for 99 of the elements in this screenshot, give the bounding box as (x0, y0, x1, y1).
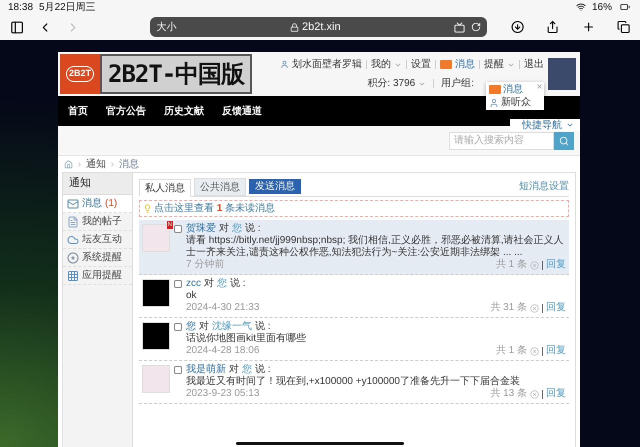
to-text: 对 (199, 321, 209, 333)
said-text: 说 : (230, 278, 246, 290)
tab[interactable]: 公共消息 (194, 178, 246, 196)
envelope-icon (67, 198, 79, 210)
sidebar-title: 通知 (63, 173, 132, 195)
checkbox[interactable] (174, 366, 182, 374)
home-icon[interactable] (64, 160, 73, 168)
reply-link[interactable]: 回复 (546, 345, 566, 357)
header-link[interactable]: 退出 (524, 57, 544, 72)
header-link[interactable]: 提醒 (484, 57, 504, 72)
message-count: 共 1 条 (496, 345, 527, 357)
recipient-link[interactable]: 沈缘一气 (212, 321, 252, 333)
lock-icon (290, 22, 300, 32)
sidebar-item[interactable]: 系统提醒 (63, 249, 132, 267)
message-text: ok (186, 290, 198, 302)
logo-text: 2B2T (66, 66, 94, 82)
said-text: 说 : (245, 223, 261, 235)
download-icon[interactable] (511, 20, 524, 34)
checkbox[interactable] (174, 280, 182, 288)
clock-time: 18:38 (8, 0, 34, 14)
cloud-icon (67, 234, 79, 246)
checkbox[interactable] (174, 225, 182, 233)
recipient-link[interactable]: 您 (217, 278, 227, 290)
header-link[interactable]: 我的 (371, 57, 391, 72)
message-text: 我最近又有时间了！现在到,+x100000 +y100000了准备先升一下下届合金装 (186, 376, 521, 388)
popup-item[interactable]: 消息 (503, 84, 523, 95)
username-link[interactable]: 划水面壁者罗辑 (292, 57, 362, 72)
caret-icon (566, 121, 574, 129)
sender-link[interactable]: zcc (186, 278, 201, 290)
delete-icon[interactable] (530, 304, 539, 312)
url-text: 2b2t.xin (302, 20, 341, 35)
message-count: 共 1 条 (496, 259, 527, 271)
breadcrumb-link[interactable]: 通知 (86, 156, 106, 172)
to-text: 对 (219, 223, 229, 235)
battery-percent: 16% (592, 0, 612, 14)
grid-icon (67, 270, 79, 282)
address-bar[interactable]: 大小 2b2t.xin (150, 17, 488, 37)
tab[interactable]: 私人消息 (139, 179, 191, 197)
quick-nav-button[interactable]: 快捷导航 (510, 119, 580, 131)
popup-item[interactable]: 新听众 (501, 97, 531, 108)
plus-icon[interactable] (582, 20, 595, 34)
points-link[interactable]: 积分: 3796 (367, 76, 416, 91)
said-text: 说 : (255, 364, 271, 376)
tabs-icon[interactable] (616, 20, 630, 34)
close-icon[interactable] (536, 83, 543, 90)
message-time: 2023-9-23 05:13 (186, 388, 260, 400)
site-title: 2B2T-中国版 (100, 54, 252, 94)
sidebar-item[interactable]: 坛友互动 (63, 231, 132, 249)
message-settings-link[interactable]: 短消息设置 (519, 179, 569, 194)
wifi-icon (576, 2, 586, 12)
delete-icon[interactable] (530, 390, 539, 398)
header-link[interactable]: 设置 (411, 57, 431, 72)
message-time: 2024-4-28 18:06 (186, 345, 260, 357)
search-icon (559, 136, 569, 146)
nav-link[interactable]: 反馈通道 (222, 104, 262, 118)
said-text: 说 : (255, 321, 271, 333)
sender-link[interactable]: 您 (186, 321, 196, 333)
checkbox[interactable] (174, 323, 182, 331)
search-button[interactable] (554, 132, 574, 150)
nav-link[interactable]: 官方公告 (106, 104, 146, 118)
separator-icon (76, 160, 83, 168)
separator-icon (109, 160, 116, 168)
user-group-text: 用户组: (441, 76, 474, 91)
date-text: 5月22日周三 (39, 0, 96, 14)
send-message-button[interactable]: 发送消息 (249, 178, 301, 194)
unread-notice[interactable]: 点击这里查看 1 条未读消息 (139, 200, 569, 217)
sidebar-item[interactable]: 消息 (1) (63, 195, 132, 213)
reply-link[interactable]: 回复 (546, 388, 566, 400)
battery-icon (618, 2, 632, 12)
breadcrumb-link[interactable]: 消息 (119, 156, 139, 172)
reload-icon[interactable] (471, 22, 482, 32)
sender-link[interactable]: 我是萌新 (186, 364, 226, 376)
message-time: 7 分钟前 (186, 259, 224, 271)
message-text: 请看 https://bitly.net/jj999nbsp;nbsp; 我们相信,正义必胜，邪恶必被清算,请社会正义人士一齐来关注,谴责这种公权作恶,知法犯法行为~关注:公安近期非法绑架 ... ... (186, 235, 565, 258)
notice-text[interactable]: 点击这里查看 1 条未读消息 (154, 201, 276, 216)
delete-icon[interactable] (530, 346, 539, 356)
message-count: 共 31 条 (490, 302, 527, 314)
message-text: 话说你地图画kit里面有哪些 (186, 333, 307, 345)
to-text: 对 (229, 364, 239, 376)
avatar-image (548, 58, 576, 90)
text-size-button[interactable]: 大小 (156, 20, 176, 34)
message-count: 共 13 条 (490, 388, 527, 400)
user-icon (489, 98, 499, 108)
reply-link[interactable]: 回复 (546, 302, 566, 314)
user-icon (280, 60, 289, 69)
disc-icon (67, 252, 79, 264)
nav-link[interactable]: 首页 (68, 104, 88, 118)
header-link[interactable]: 消息 (455, 57, 475, 72)
message-time: 2024-4-30 21:33 (186, 302, 260, 314)
nav-link[interactable]: 历史文献 (164, 104, 204, 118)
document-icon (67, 216, 79, 228)
lightbulb-icon (143, 204, 152, 213)
share-icon[interactable] (546, 20, 560, 34)
sidebar-item[interactable]: 我的帖子 (63, 213, 132, 231)
sidebar-item[interactable]: 应用提醒 (63, 267, 132, 285)
recipient-link[interactable]: 您 (242, 364, 252, 376)
sender-link[interactable]: 贺珠爱 (186, 223, 216, 235)
sidebar-icon[interactable] (10, 20, 24, 34)
to-text: 对 (204, 278, 214, 290)
